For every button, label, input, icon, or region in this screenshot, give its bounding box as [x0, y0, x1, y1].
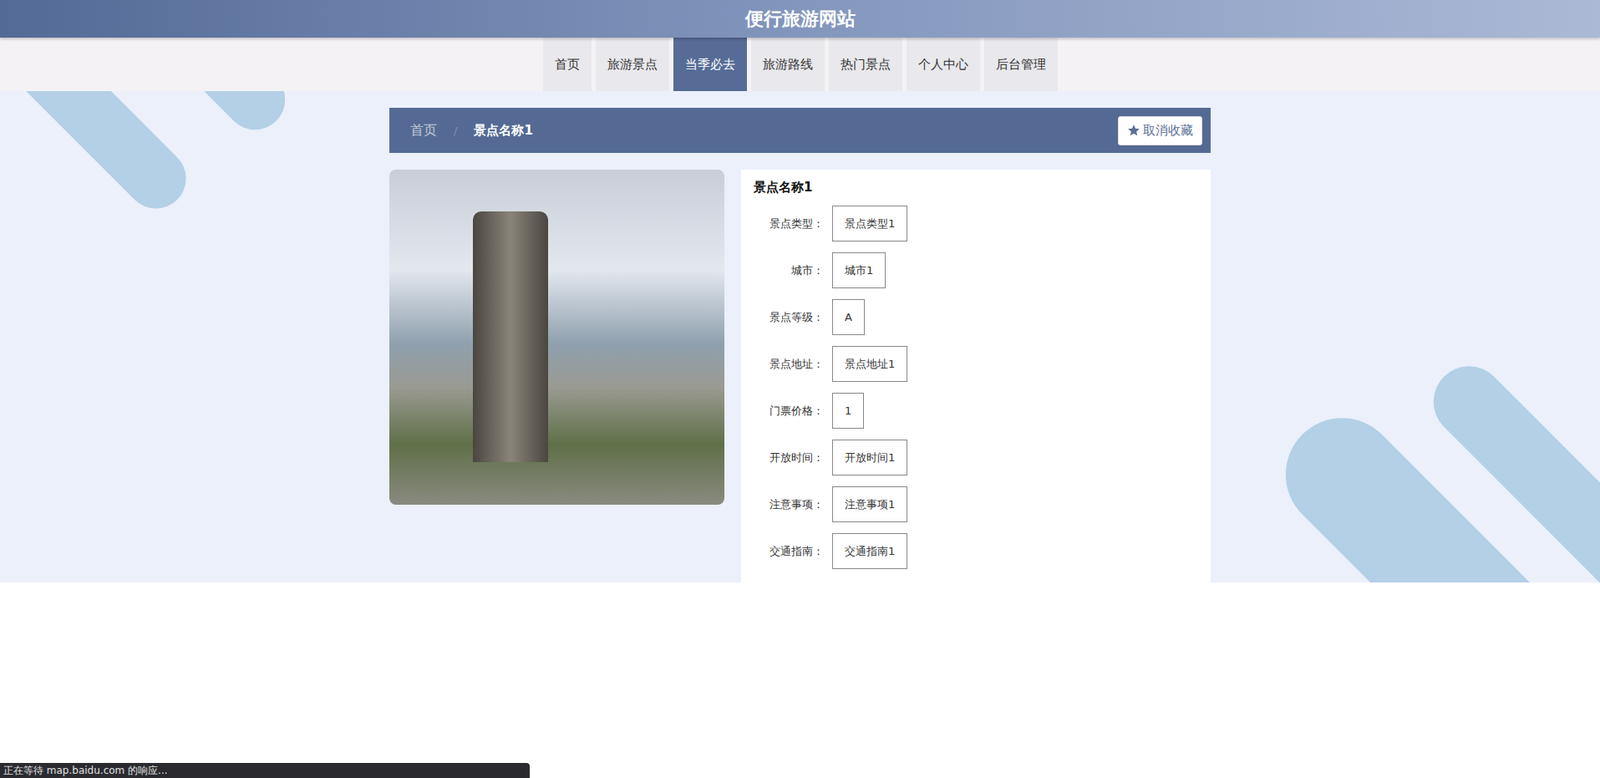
detail-field: 开放时间： 开放时间1: [753, 439, 1199, 476]
breadcrumb-home[interactable]: 首页: [410, 121, 437, 140]
content: 首页/景点名称1取消收藏景点名称1景点类型：景点类型1城市：城市1景点等级：A景…: [389, 107, 1211, 583]
field-value: 1: [832, 392, 864, 429]
field-label: 景点类型：: [753, 216, 824, 232]
breadcrumb-separator: /: [453, 124, 458, 138]
nav-item[interactable]: 当季必去: [673, 37, 747, 92]
page: 便行旅游网站首页旅游景点当季必去旅游路线热门景点个人中心后台管理首页/景点名称1…: [0, 0, 1600, 778]
field-label: 注意事项：: [753, 497, 824, 513]
nav-item[interactable]: 旅游景点: [595, 37, 670, 92]
detail-field: 交通指南： 交通指南1: [753, 533, 1199, 569]
detail-panel: 景点名称1 景点类型： 景点类型1 城市： 城市1 景点等级： A 景点地址： 景点地址1 门票价…: [741, 169, 1211, 583]
field-value: A: [832, 299, 865, 336]
main-area: 首页/景点名称1取消收藏景点名称1景点类型：景点类型1城市：城市1景点等级：A景…: [0, 91, 1600, 583]
detail-field: 门票价格： 1: [753, 392, 1199, 429]
nav-bar: 首页旅游景点当季必去旅游路线热门景点个人中心后台管理: [0, 37, 1600, 92]
breadcrumb-current: 景点名称1: [473, 122, 533, 139]
star-icon: [1127, 123, 1141, 138]
detail-field: 景点类型： 景点类型1: [753, 205, 1199, 242]
nav-item[interactable]: 首页: [543, 37, 592, 92]
detail-field: 注意事项： 注意事项1: [753, 486, 1199, 523]
field-label: 开放时间：: [753, 450, 824, 466]
nav-item[interactable]: 旅游路线: [751, 37, 825, 92]
nav-item[interactable]: 个人中心: [906, 37, 981, 92]
unfavorite-button[interactable]: 取消收藏: [1117, 116, 1203, 146]
field-value: 景点地址1: [832, 345, 908, 382]
status-bar: 正在等待 map.baidu.com 的响应...: [0, 762, 530, 778]
breadcrumb: 首页 / 景点名称1: [410, 121, 534, 140]
field-label: 景点等级：: [753, 309, 824, 326]
breadcrumb-bar: 首页 / 景点名称1 取消收藏: [389, 107, 1211, 153]
detail-field: 景点等级： A: [753, 299, 1199, 336]
decoration: [137, 91, 298, 143]
detail-field: 景点地址： 景点地址1: [753, 345, 1199, 382]
decoration: [0, 91, 199, 222]
nav-item[interactable]: 后台管理: [984, 37, 1058, 92]
field-value: 开放时间1: [832, 439, 908, 476]
field-label: 城市：: [753, 263, 824, 279]
field-label: 景点地址：: [753, 356, 824, 372]
scenic-name: 景点名称1: [753, 179, 1199, 196]
field-label: 交通指南：: [753, 543, 824, 559]
field-label: 门票价格：: [753, 403, 824, 419]
nav-item[interactable]: 热门景点: [828, 37, 903, 92]
detail-row: 景点名称1 景点类型： 景点类型1 城市： 城市1 景点等级： A 景点地址： 景点地址1 门票价…: [389, 169, 1211, 583]
detail-field: 城市： 城市1: [753, 252, 1199, 289]
tower-shape: [472, 211, 549, 463]
site-title: 便行旅游网站: [745, 6, 856, 32]
field-value: 注意事项1: [832, 486, 908, 523]
field-value: 景点类型1: [832, 205, 908, 242]
site-header: 便行旅游网站: [0, 0, 1600, 38]
scenic-photo: [389, 169, 725, 505]
field-value: 城市1: [832, 252, 886, 289]
field-value: 交通指南1: [832, 533, 908, 569]
unfavorite-label: 取消收藏: [1142, 122, 1194, 139]
